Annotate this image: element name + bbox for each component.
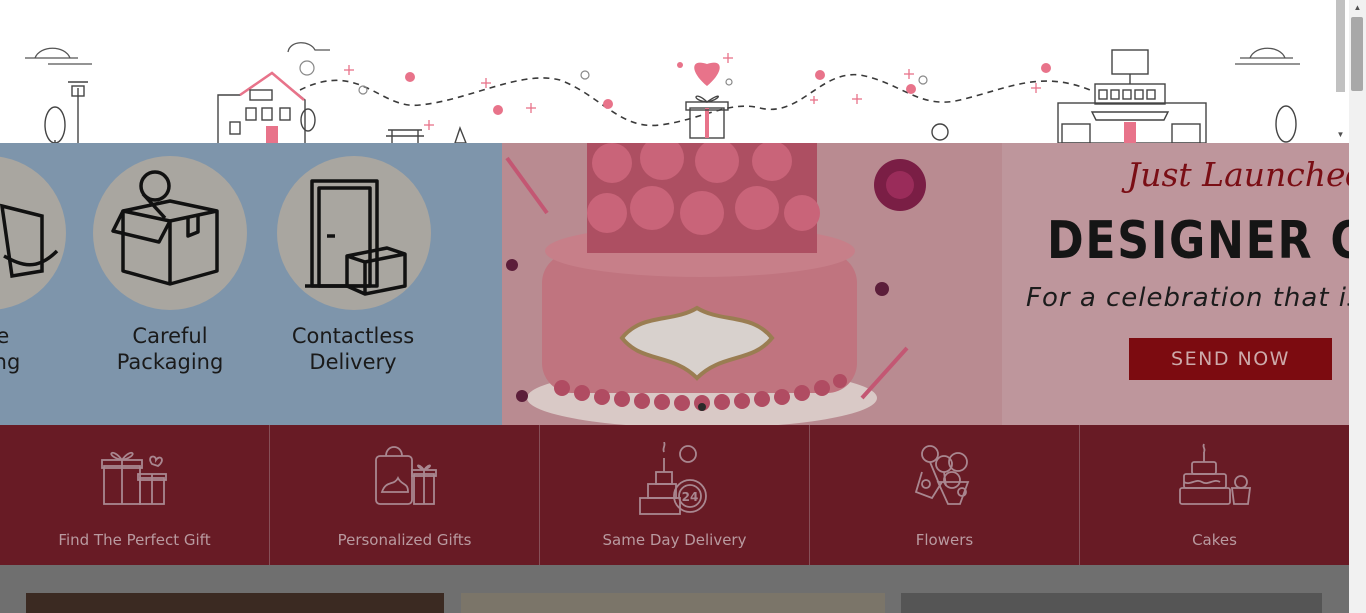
banner-scrollbar[interactable]: ▼	[1332, 0, 1349, 143]
category-cakes[interactable]: Cakes	[1080, 425, 1349, 565]
feature-label-careful-packaging: Careful Packaging	[116, 324, 224, 374]
category-label: Find The Perfect Gift	[58, 531, 211, 549]
featured-card-3[interactable]	[901, 593, 1322, 613]
designer-cake-slide[interactable]: Just Launched DESIGNER CAK For a celebra…	[502, 143, 1349, 425]
feature-circle-careful-packaging	[93, 156, 247, 310]
send-now-button[interactable]: SEND NOW	[1129, 338, 1332, 380]
category-label: Flowers	[915, 531, 974, 549]
town-skyline-illustration	[25, 42, 1300, 143]
hero-carousel[interactable]: fe ling Careful Packaging	[0, 143, 1349, 425]
category-same-day-delivery[interactable]: 24 Same Day Delivery	[540, 425, 810, 565]
svg-text:24: 24	[681, 490, 698, 504]
featured-section	[0, 565, 1349, 613]
feature-circle-safe-handling	[0, 156, 66, 310]
bow-decoration-icon	[874, 159, 926, 211]
cloud-right-icon	[1235, 47, 1300, 65]
feature-circle-contactless-delivery	[277, 156, 431, 310]
carousel-dot[interactable]	[698, 403, 706, 411]
cake-icon	[1178, 443, 1251, 505]
featured-card-1[interactable]	[26, 593, 444, 613]
gift-boxes-icon	[100, 451, 167, 505]
taped-box-icon	[111, 170, 219, 286]
category-bar: Find The Perfect Gift Personalized Gifts…	[0, 425, 1349, 565]
cloud-left-icon	[25, 47, 92, 65]
category-label: Cakes	[1192, 531, 1237, 549]
hand-package-icon	[0, 203, 59, 279]
carousel-indicators[interactable]	[698, 398, 711, 416]
hero-subtext: For a celebration that is	[1026, 283, 1349, 313]
header-illustration-banner	[0, 0, 1349, 143]
flower-bouquet-icon	[914, 445, 969, 505]
same-day-delivery-24-icon: 24	[638, 442, 707, 515]
just-launched-text: Just Launched	[1127, 155, 1349, 194]
category-label: Same Day Delivery	[602, 531, 747, 549]
door-parcel-icon	[305, 179, 407, 296]
category-label: Personalized Gifts	[337, 531, 472, 549]
page-scrollbar-thumb[interactable]	[1351, 17, 1363, 91]
hero-headline: DESIGNER CAK	[1047, 211, 1349, 271]
feature-label-safe-handling: fe ling	[0, 324, 21, 374]
scroll-down-arrow-icon[interactable]: ▼	[1332, 129, 1349, 141]
featured-card-2[interactable]	[461, 593, 885, 613]
scroll-up-arrow-icon[interactable]: ▲	[1349, 0, 1366, 16]
page-scrollbar[interactable]: ▲	[1349, 0, 1366, 613]
personalized-bag-icon	[374, 446, 437, 505]
safety-features-panel: fe ling Careful Packaging	[0, 143, 502, 425]
banner-scrollbar-thumb[interactable]	[1336, 0, 1345, 92]
category-find-perfect-gift[interactable]: Find The Perfect Gift	[0, 425, 270, 565]
category-flowers[interactable]: Flowers	[810, 425, 1080, 565]
feature-label-contactless-delivery: Contactless Delivery	[291, 324, 415, 374]
category-personalized-gifts[interactable]: Personalized Gifts	[270, 425, 540, 565]
